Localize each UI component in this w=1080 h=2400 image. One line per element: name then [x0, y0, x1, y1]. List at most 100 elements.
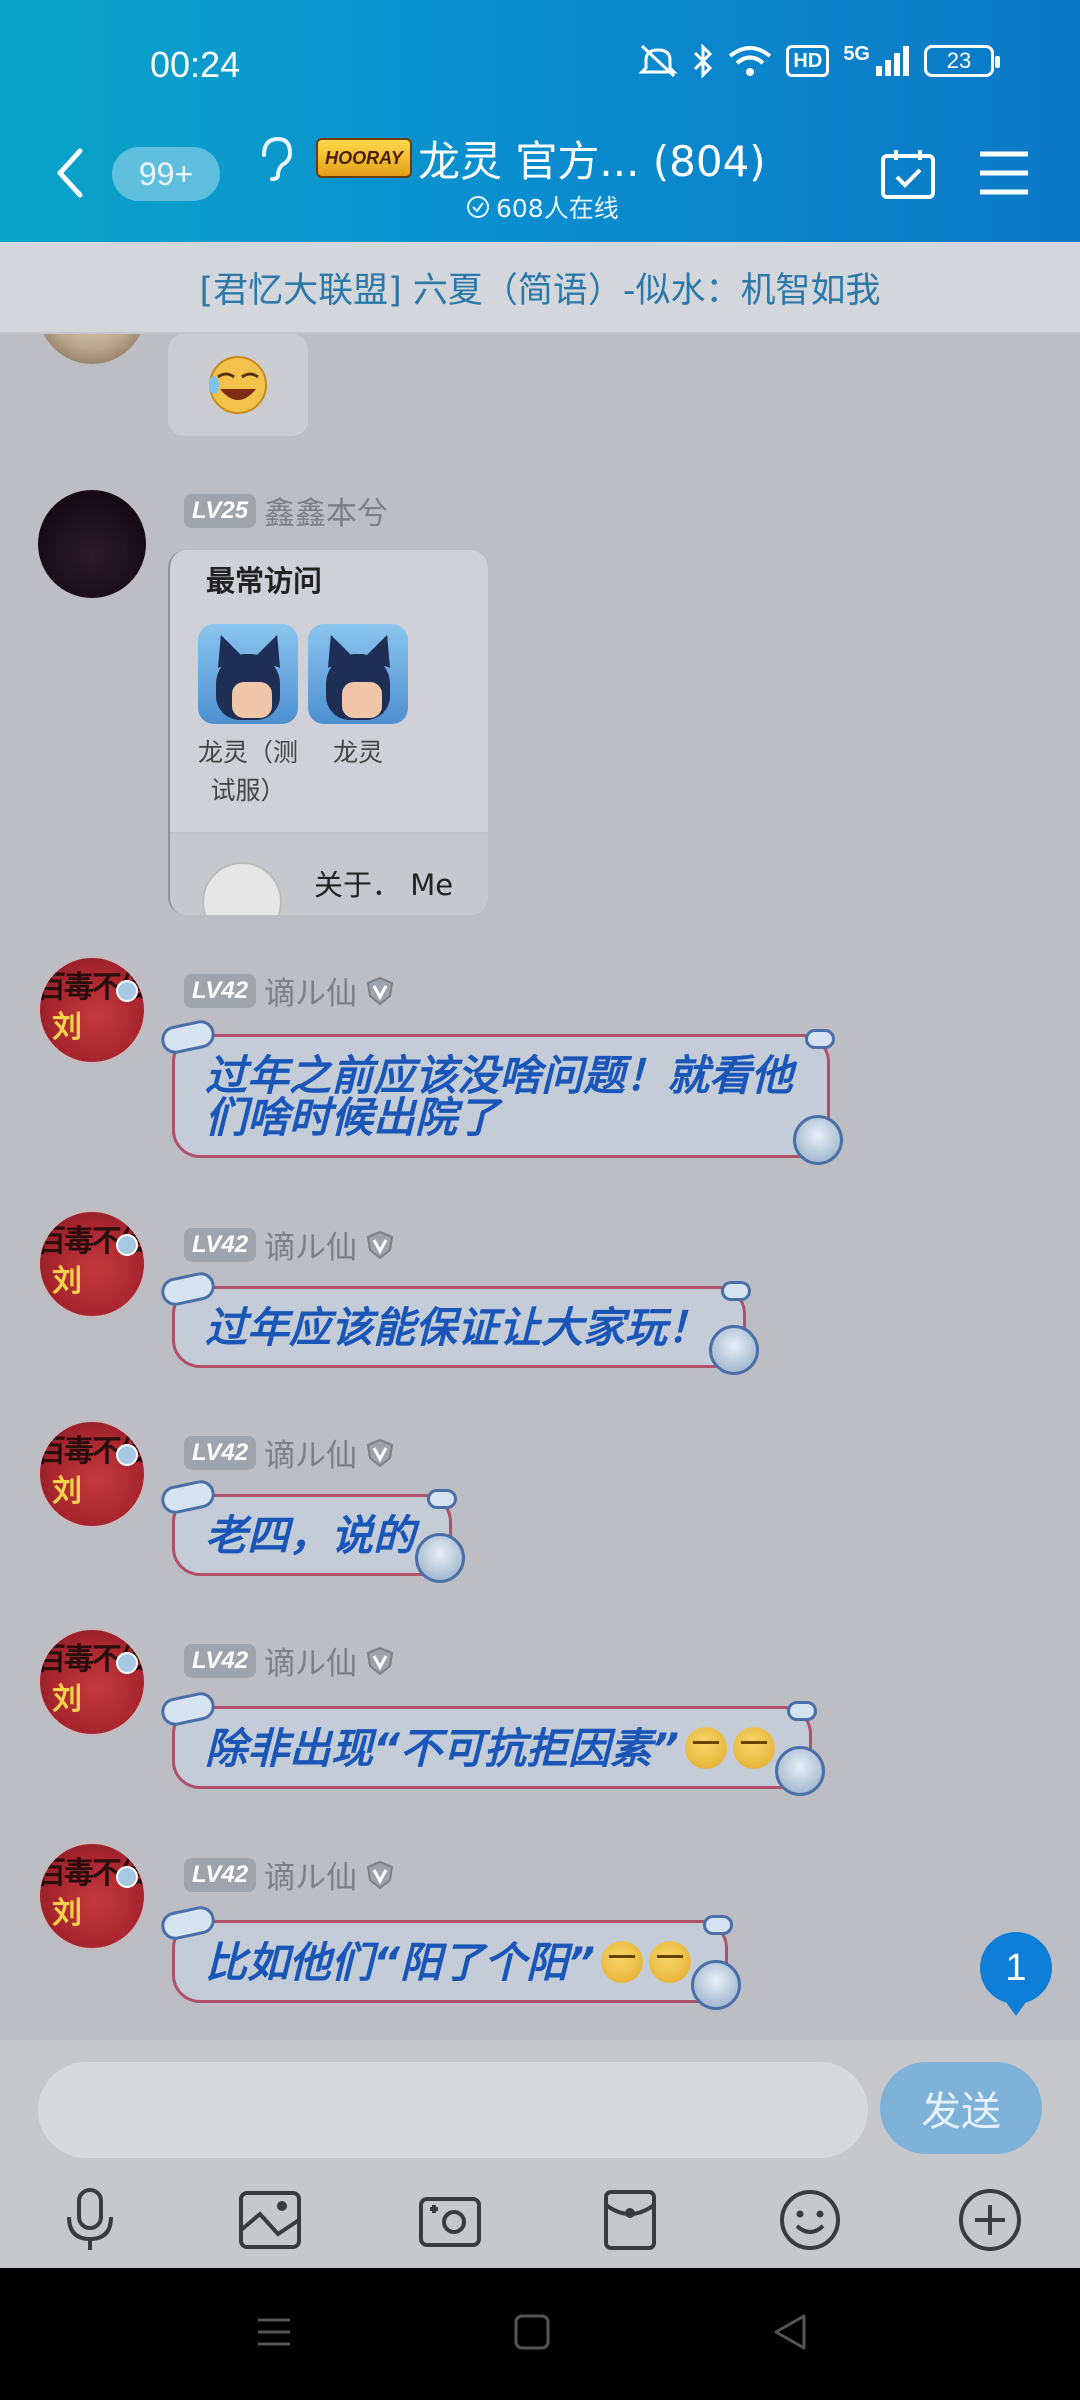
- emoji-button[interactable]: [770, 2180, 850, 2260]
- card-footer[interactable]: 关于． Me: [170, 832, 488, 915]
- avatar[interactable]: 百毒不侵刘: [38, 1420, 146, 1528]
- verified-shield-icon: [366, 1860, 394, 1889]
- app-item[interactable]: 龙灵（测试服）: [188, 624, 308, 810]
- message-bubble[interactable]: 过年之前应该没啥问题！就看他 们啥时候出院了: [158, 1017, 844, 1165]
- sender-row: LV42 谪ル仙: [184, 1430, 395, 1475]
- app-icon: [198, 624, 298, 724]
- verified-shield-icon: [366, 1438, 394, 1467]
- hd-badge: HD: [786, 45, 830, 77]
- lollipop-emoji-icon: [649, 1941, 692, 1983]
- recent-apps-icon[interactable]: [254, 2312, 294, 2352]
- message-text: 比如他们“阳了个阳”: [205, 1938, 596, 1987]
- camera-icon: [419, 2197, 481, 2247]
- message-bubble[interactable]: 过年应该能保证让大家玩！: [158, 1269, 760, 1375]
- lollipop-emoji-icon: [601, 1941, 644, 1983]
- level-badge: LV42: [184, 1857, 257, 1892]
- message-text: 老四，说的: [205, 1511, 416, 1560]
- avatar[interactable]: 百毒不侵刘: [38, 956, 146, 1064]
- message-list[interactable]: LV25 鑫鑫本兮 最常访问 龙灵（测试服） 龙灵 关于． Me 百毒不侵刘 L…: [0, 334, 1080, 2040]
- voice-button[interactable]: [50, 2180, 130, 2260]
- more-button[interactable]: [950, 2180, 1030, 2260]
- app-icon: [308, 624, 408, 724]
- mute-icon: [638, 44, 679, 78]
- image-icon: [239, 2191, 301, 2249]
- shared-card[interactable]: 最常访问 龙灵（测试服） 龙灵 关于． Me: [168, 550, 488, 915]
- message-input[interactable]: [38, 2062, 868, 2158]
- home-icon[interactable]: [512, 2312, 552, 2352]
- message-text: 除非出现“不可抗拒因素”: [205, 1724, 680, 1773]
- level-badge: LV42: [184, 973, 257, 1008]
- group-title[interactable]: 龙灵 官方... (804): [418, 128, 766, 189]
- laughing-crying-emoji-icon: [209, 356, 267, 414]
- microphone-icon: [67, 2188, 113, 2250]
- chat-header: 00:24 HD 5G 23 99+ HOORAY 龙灵 官方... (804)…: [0, 0, 1080, 242]
- level-badge: LV42: [184, 1227, 257, 1262]
- message-bubble[interactable]: 老四，说的: [158, 1477, 466, 1583]
- smirk-emoji-icon: [733, 1727, 776, 1769]
- level-badge: LV42: [184, 1435, 257, 1470]
- sender-row: LV25 鑫鑫本兮: [184, 488, 388, 533]
- message-bubble[interactable]: 比如他们“阳了个阳”: [158, 1903, 742, 2010]
- image-button[interactable]: [230, 2180, 310, 2260]
- sender-name[interactable]: 谪ル仙: [264, 1430, 357, 1475]
- unread-count-badge[interactable]: 99+: [112, 147, 220, 201]
- calendar-check-icon[interactable]: [880, 148, 936, 200]
- status-icons: HD 5G 23: [638, 42, 1000, 78]
- battery-indicator: 23: [924, 45, 1000, 77]
- back-triangle-icon[interactable]: [770, 2312, 810, 2352]
- level-badge: LV25: [184, 493, 257, 528]
- toolbar: [0, 2180, 1080, 2266]
- send-button[interactable]: 发送: [880, 2062, 1042, 2154]
- avatar[interactable]: 百毒不侵刘: [38, 1842, 146, 1950]
- app-name: 龙灵（测试服）: [197, 738, 298, 805]
- ear-icon[interactable]: [258, 135, 294, 183]
- new-message-badge[interactable]: 1: [980, 1932, 1052, 2016]
- system-nav-bar: [0, 2268, 1080, 2400]
- message-text: 们啥时候出院了: [205, 1093, 500, 1142]
- group-logo: HOORAY: [316, 138, 412, 178]
- card-title: 最常访问: [206, 564, 323, 598]
- smirk-emoji-icon: [685, 1727, 728, 1769]
- verified-shield-icon: [366, 1230, 394, 1259]
- avatar[interactable]: 百毒不侵刘: [38, 1210, 146, 1318]
- online-count-label: 608人在线: [496, 194, 619, 223]
- input-bar: 发送: [0, 2040, 1080, 2270]
- app-item[interactable]: 龙灵: [298, 624, 418, 772]
- verified-shield-icon: [366, 1646, 394, 1675]
- sender-row: LV42 谪ル仙: [184, 1222, 395, 1267]
- bluetooth-icon: [694, 44, 713, 78]
- message-text: 过年之前应该没啥问题！就看他: [205, 1051, 794, 1100]
- sender-name[interactable]: 谪ル仙: [264, 1222, 357, 1267]
- message-text: 过年应该能保证让大家玩！: [205, 1303, 710, 1352]
- signal-icon: [876, 46, 909, 76]
- network-label: 5G: [843, 42, 870, 65]
- smiley-icon: [780, 2190, 840, 2250]
- card-footer-label: 关于． Me: [314, 868, 454, 902]
- mini-avatar: [202, 862, 282, 915]
- sender-row: LV42 谪ル仙: [184, 1638, 395, 1683]
- sender-name[interactable]: 谪ル仙: [264, 1638, 357, 1683]
- app-name: 龙灵: [332, 738, 383, 767]
- avatar[interactable]: 百毒不侵刘: [38, 1628, 146, 1736]
- message-bubble[interactable]: 除非出现“不可抗拒因素”: [158, 1689, 826, 1796]
- red-packet-button[interactable]: [590, 2180, 670, 2260]
- sender-name[interactable]: 鑫鑫本兮: [264, 488, 388, 533]
- sender-name[interactable]: 谪ル仙: [264, 1852, 357, 1897]
- avatar[interactable]: [38, 334, 146, 364]
- back-arrow-icon[interactable]: [52, 145, 92, 201]
- group-notice-banner[interactable]: [君忆大联盟] 六夏（简语）-似水：机智如我: [0, 242, 1080, 334]
- camera-button[interactable]: [410, 2180, 490, 2260]
- sticker-message[interactable]: [168, 334, 308, 436]
- level-badge: LV42: [184, 1643, 257, 1678]
- sender-row: LV42 谪ル仙: [184, 968, 395, 1013]
- avatar[interactable]: [38, 490, 146, 598]
- plus-circle-icon: [959, 2189, 1021, 2251]
- wifi-icon: [729, 46, 772, 76]
- check-circle-icon: [467, 196, 489, 218]
- red-packet-icon: [604, 2190, 656, 2250]
- sender-row: LV42 谪ル仙: [184, 1852, 395, 1897]
- sender-name[interactable]: 谪ル仙: [264, 968, 357, 1013]
- verified-shield-icon: [366, 976, 394, 1005]
- online-count: 608人在线: [466, 189, 619, 225]
- menu-icon[interactable]: [978, 150, 1030, 196]
